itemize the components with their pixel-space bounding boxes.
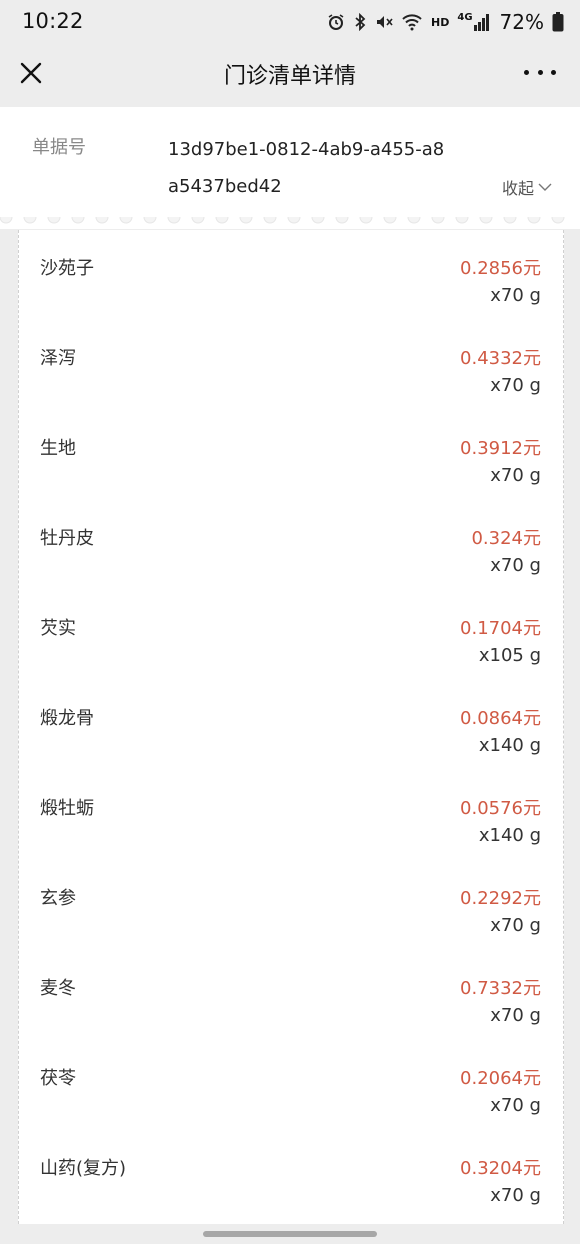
item-quantity: x70 g xyxy=(490,1185,541,1206)
home-indicator[interactable] xyxy=(203,1231,377,1237)
battery-percent: 72% xyxy=(499,10,544,34)
item-name: 煅牡蛎 xyxy=(40,798,94,819)
item-name: 煅龙骨 xyxy=(40,708,94,729)
item-quantity: x70 g xyxy=(490,1005,541,1026)
item-name: 茯苓 xyxy=(40,1068,76,1089)
page-title: 门诊清单详情 xyxy=(223,64,356,89)
status-time: 10:22 xyxy=(22,9,84,33)
more-dot-icon xyxy=(524,69,529,75)
signal-4g-icon: 4G xyxy=(457,12,489,31)
more-options-button[interactable] xyxy=(524,64,556,80)
item-name: 山药(复方) xyxy=(40,1158,127,1179)
collapse-button[interactable]: 收起 xyxy=(502,175,552,199)
battery-icon xyxy=(552,12,564,32)
list-item: 煅龙骨 0.0864元 x140 g xyxy=(19,680,563,770)
item-name: 芡实 xyxy=(40,618,76,639)
item-list: 沙苑子 0.2856元 x70 g 泽泻 0.4332元 x70 g 生地 0.… xyxy=(18,230,564,1224)
collapse-label: 收起 xyxy=(501,179,534,198)
more-dot-icon xyxy=(551,69,556,75)
nav-bar: 门诊清单详情 xyxy=(0,44,580,106)
list-item: 玄参 0.2292元 x70 g xyxy=(19,860,563,950)
item-quantity: x70 g xyxy=(490,465,541,486)
item-quantity: x70 g xyxy=(490,1095,541,1116)
status-bar: 10:22 HD 4G 72% xyxy=(0,0,580,44)
item-quantity: x70 g xyxy=(490,915,541,936)
wifi-icon xyxy=(401,13,423,31)
document-number-label: 单据号 xyxy=(32,137,86,158)
list-item: 山药(复方) 0.3204元 x70 g xyxy=(19,1130,563,1220)
list-item: 生地 0.3912元 x70 g xyxy=(19,410,563,500)
list-item: 牡丹皮 0.324元 x70 g xyxy=(19,500,563,590)
chevron-down-icon xyxy=(538,183,552,191)
item-price: 0.1704元 xyxy=(460,618,541,639)
item-name: 沙苑子 xyxy=(40,258,94,279)
item-quantity: x140 g xyxy=(478,825,541,846)
list-item: 麦冬 0.7332元 x70 g xyxy=(19,950,563,1040)
hd-icon: HD xyxy=(431,15,450,29)
item-price: 0.2292元 xyxy=(460,888,541,909)
item-price: 0.7332元 xyxy=(460,978,541,999)
item-price: 0.0576元 xyxy=(460,798,541,819)
item-name: 生地 xyxy=(40,438,76,459)
list-item: 泽泻 0.4332元 x70 g xyxy=(19,320,563,410)
item-quantity: x105 g xyxy=(478,645,541,666)
more-dot-icon xyxy=(537,69,543,75)
item-quantity: x70 g xyxy=(490,285,541,306)
item-price: 0.4332元 xyxy=(460,348,541,369)
alarm-icon xyxy=(327,13,345,31)
item-price: 0.3912元 xyxy=(460,438,541,459)
scallop-divider xyxy=(0,217,580,229)
item-quantity: x70 g xyxy=(490,555,541,576)
list-item: 煅牡蛎 0.0576元 x140 g xyxy=(19,770,563,860)
list-item: 芡实 0.1704元 x105 g xyxy=(19,590,563,680)
item-name: 牡丹皮 xyxy=(40,528,94,549)
status-icons: HD 4G 72% xyxy=(327,8,564,36)
list-item: 茯苓 0.2064元 x70 g xyxy=(19,1040,563,1130)
document-header: 单据号 13d97be1-0812-4ab9-a455-a8a5437bed42… xyxy=(0,107,580,217)
item-name: 麦冬 xyxy=(40,978,76,999)
document-number-value: 13d97be1-0812-4ab9-a455-a8a5437bed42 xyxy=(168,139,445,197)
item-quantity: x70 g xyxy=(490,375,541,396)
item-name: 泽泻 xyxy=(40,348,76,369)
item-price: 0.324元 xyxy=(471,528,541,549)
item-name: 玄参 xyxy=(40,888,76,909)
item-price: 0.2064元 xyxy=(460,1068,541,1089)
item-price: 0.3204元 xyxy=(460,1158,541,1179)
item-price: 0.0864元 xyxy=(460,708,541,729)
bluetooth-icon xyxy=(353,13,367,31)
list-item: 沙苑子 0.2856元 x70 g xyxy=(19,230,563,320)
mute-icon xyxy=(375,13,393,31)
item-quantity: x140 g xyxy=(478,735,541,756)
item-price: 0.2856元 xyxy=(460,258,541,279)
network-type-label: 4G xyxy=(457,12,473,23)
